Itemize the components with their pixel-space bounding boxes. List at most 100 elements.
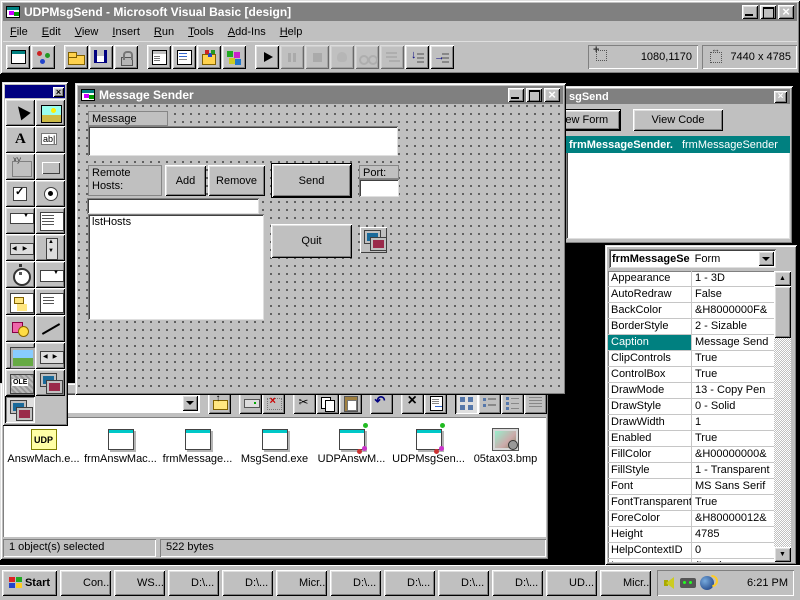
form-minimize-button[interactable]	[508, 88, 524, 102]
file-item[interactable]: MsgSend.exe	[236, 422, 313, 537]
toolbar-button[interactable]	[197, 45, 221, 69]
toolbox-control-button[interactable]	[35, 180, 65, 207]
menu-item[interactable]: File	[3, 24, 35, 40]
menu-item[interactable]: Edit	[35, 24, 68, 40]
toolbox-control-button[interactable]	[35, 207, 65, 234]
toolbox-control-button[interactable]	[35, 99, 65, 126]
file-item[interactable]: frmMessage...	[159, 422, 236, 537]
port-textbox[interactable]	[359, 179, 399, 197]
property-row[interactable]: HelpContextID 0	[608, 543, 774, 559]
property-row[interactable]: AutoRedraw False	[608, 287, 774, 303]
file-item[interactable]: 05tax03.bmp	[467, 422, 544, 537]
maximize-button[interactable]	[760, 5, 776, 19]
explorer-toolbar-button[interactable]	[501, 392, 524, 414]
explorer-toolbar-button[interactable]	[262, 392, 285, 414]
scroll-down-icon[interactable]: ▼	[774, 547, 791, 562]
toolbar-button[interactable]	[280, 45, 304, 69]
quit-button[interactable]: Quit	[271, 224, 352, 258]
view-code-button[interactable]: View Code	[633, 109, 723, 131]
menu-item[interactable]: View	[68, 24, 106, 40]
property-row[interactable]: DrawMode 13 - Copy Pen	[608, 383, 774, 399]
winsock-control[interactable]	[360, 227, 387, 253]
vb-title-bar[interactable]: UDPMsgSend - Microsoft Visual Basic [des…	[3, 3, 797, 21]
toolbox-control-button[interactable]	[5, 342, 35, 369]
toolbox-control-button[interactable]	[35, 234, 65, 261]
taskbar-button[interactable]: D:\...	[492, 570, 543, 596]
property-row[interactable]: Height 4785	[608, 527, 774, 543]
toolbar-button[interactable]	[405, 45, 429, 69]
project-title-bar[interactable]: sgSend ×	[566, 89, 790, 104]
form-maximize-button[interactable]	[526, 88, 542, 102]
toolbar-button[interactable]	[64, 45, 88, 69]
menu-item[interactable]: Run	[147, 24, 181, 40]
toolbar-button[interactable]	[31, 45, 55, 69]
explorer-toolbar-button[interactable]	[524, 392, 547, 414]
toolbar-button[interactable]	[172, 45, 196, 69]
toolbar-button[interactable]	[330, 45, 354, 69]
toolbar-button[interactable]	[147, 45, 171, 69]
taskbar-button[interactable]: D:\...	[438, 570, 489, 596]
port-label[interactable]: Port:	[359, 165, 399, 179]
toolbox-control-button[interactable]	[5, 153, 35, 180]
property-row[interactable]: Caption Message Send	[608, 335, 774, 351]
toolbar-button[interactable]	[114, 45, 138, 69]
taskbar-button[interactable]: UD...	[546, 570, 597, 596]
toolbox-control-button[interactable]	[35, 261, 65, 288]
property-row[interactable]: ClipControls True	[608, 351, 774, 367]
view-form-button[interactable]: View Form	[563, 109, 621, 131]
object-combo[interactable]: frmMessageSe Form	[609, 249, 776, 268]
file-item[interactable]: UDPAnswM...	[313, 422, 390, 537]
toolbar-button[interactable]	[222, 45, 246, 69]
property-row[interactable]: DrawStyle 0 - Solid	[608, 399, 774, 415]
toolbox-control-button[interactable]	[5, 99, 35, 126]
message-textbox[interactable]	[88, 126, 398, 156]
start-button[interactable]: Start	[2, 570, 57, 596]
explorer-toolbar-button[interactable]	[293, 392, 316, 414]
properties-scrollbar[interactable]: ▲ ▼	[774, 271, 791, 562]
clock[interactable]: 6:21 PM	[718, 577, 788, 589]
scroll-up-icon[interactable]: ▲	[774, 271, 791, 286]
toolbar-button[interactable]	[305, 45, 329, 69]
file-item[interactable]: UDP AnswMach.e...	[5, 422, 82, 537]
toolbox-control-button[interactable]	[35, 126, 65, 153]
taskbar-button[interactable]: D:\...	[222, 570, 273, 596]
toolbox-control-button[interactable]	[5, 234, 35, 261]
toolbox-close-icon[interactable]: ×	[53, 87, 64, 97]
property-row[interactable]: DrawWidth 1	[608, 415, 774, 431]
taskbar-button[interactable]: Micr...	[276, 570, 327, 596]
toolbox-control-button[interactable]	[35, 153, 65, 180]
file-item[interactable]: frmAnswMac...	[82, 422, 159, 537]
menu-item[interactable]: Tools	[181, 24, 221, 40]
property-row[interactable]: BorderStyle 2 - Sizable	[608, 319, 774, 335]
file-item[interactable]: UDPMsgSen...	[390, 422, 467, 537]
explorer-toolbar-button[interactable]	[208, 392, 231, 414]
explorer-toolbar-button[interactable]	[370, 392, 393, 414]
form-title-bar[interactable]: Message Sender	[78, 86, 563, 104]
volume-icon[interactable]	[663, 576, 676, 590]
toolbar-button[interactable]	[380, 45, 404, 69]
toolbox-control-button[interactable]	[5, 288, 35, 315]
message-label[interactable]: Message	[88, 111, 168, 126]
toolbar-button[interactable]	[255, 45, 279, 69]
property-row[interactable]: ForeColor &H80000012&	[608, 511, 774, 527]
toolbox-title-bar[interactable]: ×	[5, 85, 65, 98]
explorer-toolbar-button[interactable]	[339, 392, 362, 414]
minimize-button[interactable]	[742, 5, 758, 19]
explorer-toolbar-button[interactable]	[455, 392, 478, 414]
toolbox-control-button[interactable]	[35, 288, 65, 315]
add-button[interactable]: Add	[165, 165, 206, 196]
property-row[interactable]: Appearance 1 - 3D	[608, 271, 774, 287]
dialup-icon[interactable]	[700, 576, 714, 590]
toolbox-control-button[interactable]	[35, 369, 65, 396]
explorer-toolbar-button[interactable]	[401, 392, 424, 414]
toolbar-button[interactable]	[430, 45, 454, 69]
toolbox-control-button[interactable]	[5, 180, 35, 207]
toolbar-button[interactable]	[89, 45, 113, 69]
send-button[interactable]: Send	[271, 163, 352, 198]
host-textbox[interactable]	[87, 198, 259, 214]
close-button[interactable]	[778, 5, 794, 19]
toolbox-control-button[interactable]	[5, 315, 35, 342]
taskbar-button[interactable]: D:\...	[384, 570, 435, 596]
explorer-toolbar-button[interactable]	[239, 392, 262, 414]
property-row[interactable]: Icon (Icon)	[608, 559, 774, 562]
